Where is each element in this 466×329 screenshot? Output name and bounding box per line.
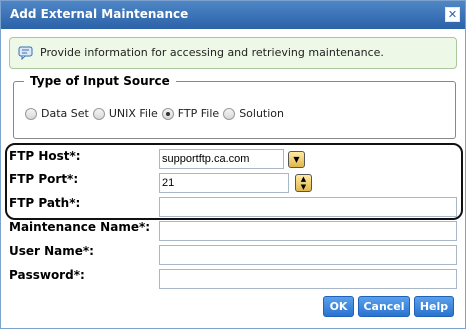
radio-button[interactable] [25, 107, 37, 120]
cancel-button[interactable]: Cancel [358, 296, 410, 317]
dropdown-arrow-icon[interactable]: ▼ [288, 151, 305, 168]
user-name-label: User Name*: [9, 244, 94, 258]
add-external-maintenance-dialog: Add External Maintenance ✕ Provide infor… [0, 0, 466, 329]
title-bar[interactable]: Add External Maintenance ✕ [1, 1, 465, 29]
password-label: Password*: [9, 268, 85, 282]
input-source-options: Data Set UNIX File FTP File Solution [25, 107, 288, 120]
info-text: Provide information for accessing and re… [40, 46, 384, 59]
radio-label: UNIX File [108, 107, 158, 120]
ftp-path-label: FTP Path*: [9, 196, 81, 210]
radio-button[interactable] [223, 107, 236, 120]
radio-data-set[interactable]: Data Set [25, 107, 89, 120]
radio-button[interactable] [92, 107, 105, 120]
ftp-path-field[interactable] [159, 197, 457, 217]
ftp-host-label: FTP Host*: [9, 149, 81, 163]
radio-button-selected[interactable] [161, 107, 174, 120]
ftp-port-field[interactable] [159, 173, 289, 193]
ftp-port-label: FTP Port*: [9, 172, 79, 186]
ftp-host-field[interactable] [159, 149, 284, 169]
spinner-arrows-icon[interactable]: ▲ ▼ [295, 174, 312, 192]
ok-button[interactable]: OK [323, 296, 354, 317]
radio-label: FTP File [177, 107, 220, 120]
input-source-legend: Type of Input Source [24, 74, 176, 88]
maintenance-name-label: Maintenance Name*: [9, 220, 151, 234]
radio-ftp-file[interactable]: FTP File [161, 107, 220, 120]
info-message: Provide information for accessing and re… [9, 37, 457, 69]
radio-label: Data Set [41, 107, 89, 120]
maintenance-name-field[interactable] [159, 221, 457, 241]
close-icon[interactable]: ✕ [445, 7, 460, 22]
message-icon [18, 46, 33, 60]
user-name-field[interactable] [159, 245, 457, 265]
radio-label: Solution [239, 107, 284, 120]
radio-unix-file[interactable]: UNIX File [92, 107, 158, 120]
radio-solution[interactable]: Solution [223, 107, 284, 120]
password-field[interactable] [159, 269, 457, 289]
help-button[interactable]: Help [414, 296, 454, 317]
dialog-title: Add External Maintenance [10, 7, 189, 21]
